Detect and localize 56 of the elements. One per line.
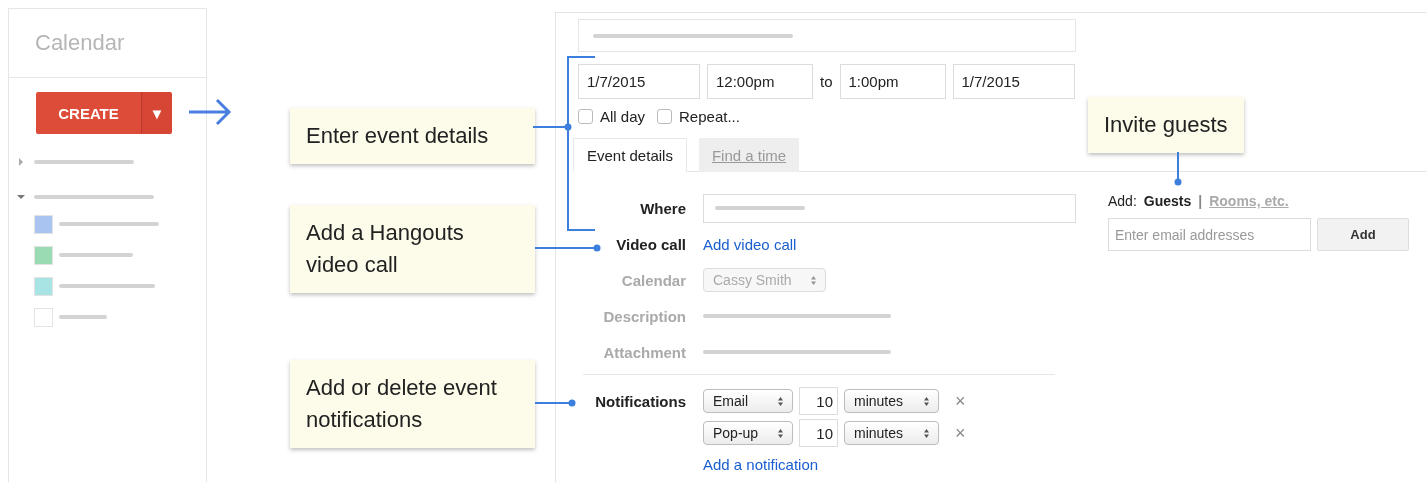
- select-arrows-icon: [777, 395, 784, 407]
- method-select[interactable]: Email: [703, 389, 793, 413]
- field-label: Description: [602, 307, 686, 325]
- title-field[interactable]: [578, 19, 1076, 52]
- checkbox[interactable]: [578, 109, 593, 124]
- create-button[interactable]: CREATE: [36, 92, 141, 134]
- method-select[interactable]: Pop-up: [703, 421, 793, 445]
- email-input[interactable]: Enter email addresses: [1108, 218, 1311, 251]
- callout: Enter event details: [290, 108, 535, 164]
- collapsed-triangle-icon[interactable]: [16, 157, 26, 167]
- separator-text: |: [1198, 193, 1203, 209]
- dropdown-button[interactable]: ▼: [141, 92, 172, 134]
- time-field[interactable]: 1:00pm: [839, 64, 946, 99]
- add-button[interactable]: Add: [1317, 218, 1409, 251]
- calendar-color-swatch[interactable]: [34, 276, 53, 296]
- placeholder-line: [59, 315, 107, 319]
- guest-type-tab[interactable]: Guests: [1143, 193, 1192, 209]
- calendar-color-swatch[interactable]: [34, 307, 53, 327]
- date-field[interactable]: 1/7/2015: [952, 64, 1075, 99]
- unit-select[interactable]: minutes: [844, 421, 939, 445]
- expanded-triangle-icon[interactable]: [16, 192, 26, 202]
- date-field[interactable]: 1/7/2015: [578, 64, 700, 99]
- tab[interactable]: Event details: [573, 138, 687, 172]
- unit-select[interactable]: minutes: [844, 389, 939, 413]
- checkbox-label: All day: [600, 108, 646, 125]
- leader-line: [534, 244, 601, 252]
- leader-line: [534, 399, 576, 407]
- app-title: Calendar: [35, 30, 125, 56]
- minutes-field[interactable]: 10: [799, 387, 838, 415]
- select-arrows-icon: [810, 274, 817, 286]
- checkbox-label: Repeat...: [679, 108, 740, 125]
- right-arrow-icon: [187, 97, 233, 127]
- field-label: Attachment: [602, 343, 686, 361]
- checkbox[interactable]: [657, 109, 673, 124]
- leader-line: [1174, 151, 1182, 186]
- callout: Add a Hangouts video call: [290, 205, 535, 293]
- separator-text: to: [820, 73, 833, 90]
- calendar-color-swatch[interactable]: [34, 214, 53, 234]
- select-arrows-icon: [777, 427, 784, 439]
- callout: Invite guests: [1088, 97, 1244, 153]
- calendar-color-swatch[interactable]: [34, 245, 53, 265]
- add-label: Add:: [1108, 193, 1137, 209]
- add-video-call-link[interactable]: Add video call: [703, 235, 797, 253]
- field-label: Calendar: [620, 271, 686, 289]
- remove-button[interactable]: ×: [951, 422, 970, 444]
- remove-button[interactable]: ×: [951, 390, 970, 412]
- field-label: Notifications: [594, 391, 686, 412]
- time-field[interactable]: 12:00pm: [707, 64, 813, 99]
- field-label: Where: [639, 199, 686, 217]
- field-label: Video call: [615, 235, 686, 253]
- add-notification-link[interactable]: Add a notification: [703, 456, 970, 473]
- minutes-field[interactable]: 10: [799, 419, 838, 447]
- select-arrows-icon: [923, 395, 930, 407]
- location-field[interactable]: [703, 193, 1076, 223]
- select-arrows-icon: [923, 427, 930, 439]
- callout: Add or delete event notifications: [290, 360, 535, 448]
